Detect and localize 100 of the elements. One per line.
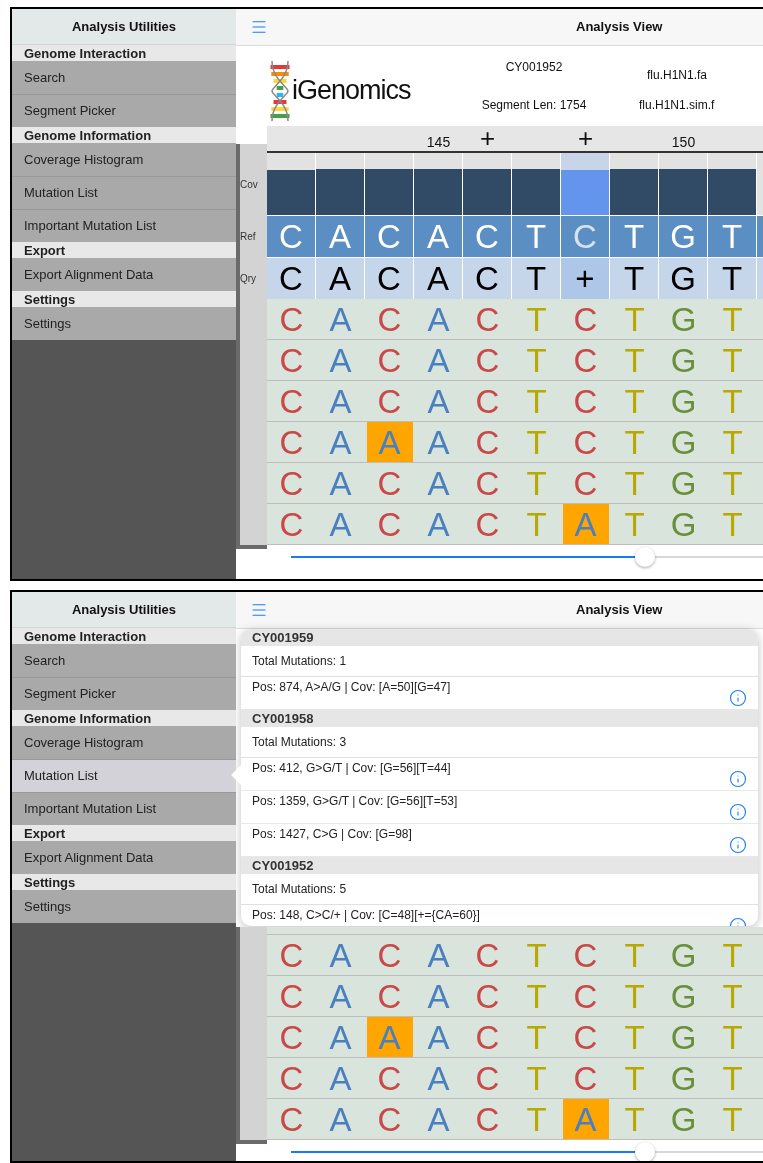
section-header: Genome Interaction <box>12 628 236 644</box>
read-base: T <box>624 507 645 541</box>
coverage-column[interactable] <box>512 153 561 215</box>
read-base: C <box>377 343 402 377</box>
read-base: A <box>427 302 450 336</box>
read-base: G <box>670 425 697 459</box>
row-label: Ref <box>240 229 256 244</box>
ruler-label: 145 <box>426 133 451 151</box>
read-base: C <box>279 1020 304 1054</box>
view-title: Analysis View <box>576 18 663 37</box>
sidebar-item[interactable]: Segment Picker <box>12 677 236 710</box>
sidebar-item[interactable]: Export Alignment Data <box>12 258 236 291</box>
sidebar-item[interactable]: Coverage Histogram <box>12 726 236 759</box>
read-base: C <box>279 1061 304 1095</box>
read-base: T <box>526 507 547 541</box>
read-base: T <box>624 1061 645 1095</box>
info-icon[interactable] <box>729 770 747 788</box>
coverage-column[interactable] <box>267 153 316 215</box>
read-base: T <box>526 979 547 1013</box>
section-header: Settings <box>12 291 236 307</box>
group-header: CY001959 <box>241 629 758 646</box>
read-base: A <box>574 1102 597 1136</box>
coverage-column[interactable] <box>414 153 463 215</box>
read-base: T <box>526 425 547 459</box>
total-mutations: Total Mutations: 5 <box>252 881 347 898</box>
sidebar-item[interactable]: Settings <box>12 890 236 923</box>
read-base: C <box>279 979 304 1013</box>
read-base: C <box>475 979 500 1013</box>
read-base: A <box>378 1020 401 1054</box>
read-base: C <box>377 302 402 336</box>
section-header: Genome Interaction <box>12 45 236 61</box>
sidebar-item[interactable]: Mutation List <box>12 759 236 792</box>
menu-icon[interactable] <box>250 601 268 619</box>
ruler-label: + <box>577 126 594 151</box>
reads-file-name: flu.H1N1.sim.f <box>639 97 715 114</box>
read-base: T <box>526 384 547 418</box>
read-base: C <box>573 343 598 377</box>
total-mutations: Total Mutations: 3 <box>252 734 347 751</box>
read-base: A <box>329 507 352 541</box>
info-icon[interactable] <box>729 836 747 854</box>
total-mutations: Total Mutations: 1 <box>252 653 347 670</box>
coverage-column[interactable] <box>463 153 512 215</box>
slider-thumb[interactable] <box>635 1142 655 1161</box>
read-base: T <box>526 1020 547 1054</box>
read-base: C <box>279 343 304 377</box>
read-base: A <box>329 1061 352 1095</box>
read-base: C <box>377 938 402 972</box>
read-base: A <box>427 384 450 418</box>
read-base: G <box>670 507 697 541</box>
read-base: T <box>526 1061 547 1095</box>
sidebar-item[interactable]: Search <box>12 61 236 94</box>
sidebar-item[interactable]: Search <box>12 644 236 677</box>
info-icon[interactable] <box>729 689 747 707</box>
coverage-column[interactable] <box>659 153 708 215</box>
coverage-column[interactable] <box>365 153 414 215</box>
mutation-entry: Pos: 412, G>G/T | Cov: [G=56][T=44] <box>252 760 451 777</box>
read-base: G <box>670 979 697 1013</box>
row-label: Qry <box>240 271 257 286</box>
view-title: Analysis View <box>576 601 663 620</box>
menu-icon[interactable] <box>250 18 268 36</box>
coverage-column[interactable] <box>610 153 659 215</box>
ruler-label: 150 <box>671 133 696 151</box>
sidebar-item[interactable]: Export Alignment Data <box>12 841 236 874</box>
sidebar-item[interactable]: Important Mutation List <box>12 209 236 242</box>
read-base: T <box>722 384 743 418</box>
sidebar-item[interactable]: Settings <box>12 307 236 340</box>
sidebar-item[interactable]: Important Mutation List <box>12 792 236 825</box>
read-base: C <box>279 466 304 500</box>
read-base: C <box>573 425 598 459</box>
coverage-column[interactable] <box>316 153 365 215</box>
read-base: A <box>427 466 450 500</box>
read-base: T <box>624 1020 645 1054</box>
read-base: C <box>475 302 500 336</box>
read-base: A <box>427 938 450 972</box>
mutation-entry: Pos: 874, A>A/G | Cov: [A=50][G=47] <box>252 679 451 696</box>
read-base: T <box>722 425 743 459</box>
read-base: C <box>475 466 500 500</box>
read-base: A <box>329 302 352 336</box>
read-base: T <box>526 302 547 336</box>
query-base: + <box>561 258 610 299</box>
coverage-column[interactable] <box>708 153 757 215</box>
read-base: C <box>573 1061 598 1095</box>
read-base: T <box>722 1102 743 1136</box>
read-base: C <box>573 384 598 418</box>
read-base: A <box>427 1061 450 1095</box>
read-base: T <box>526 1102 547 1136</box>
read-base: G <box>670 1020 697 1054</box>
read-base: T <box>624 1102 645 1136</box>
read-base: A <box>329 466 352 500</box>
sidebar-item[interactable]: Coverage Histogram <box>12 143 236 176</box>
slider-thumb[interactable] <box>635 547 655 567</box>
read-base: C <box>475 1102 500 1136</box>
read-base: C <box>573 302 598 336</box>
sidebar-item[interactable]: Mutation List <box>12 176 236 209</box>
mutation-entry: Pos: 148, C>C/+ | Cov: [C=48][+={CA=60}] <box>252 907 480 924</box>
info-icon[interactable] <box>729 803 747 821</box>
sidebar-item[interactable]: Segment Picker <box>12 94 236 127</box>
read-base: T <box>722 1020 743 1054</box>
read-base: C <box>377 979 402 1013</box>
read-base: T <box>624 979 645 1013</box>
